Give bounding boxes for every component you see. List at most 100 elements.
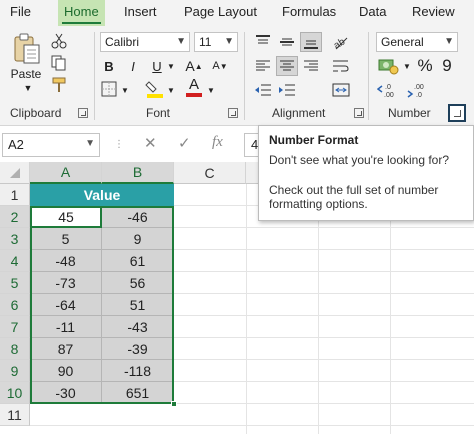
cell-a6[interactable]: -64 bbox=[30, 294, 102, 316]
font-size-dropdown[interactable]: 11 ▼ bbox=[194, 32, 238, 52]
menu-bar: File Home Insert Page Layout Formulas Da… bbox=[0, 0, 474, 26]
menu-home[interactable]: Home bbox=[58, 0, 105, 26]
cell-a3[interactable]: 5 bbox=[30, 228, 102, 250]
fill-color-dropdown-icon[interactable]: ▼ bbox=[166, 84, 176, 96]
cell-b6[interactable]: 51 bbox=[102, 294, 174, 316]
orientation-icon[interactable]: ab bbox=[330, 32, 352, 52]
row-header[interactable]: 9 bbox=[0, 360, 30, 382]
paste-dropdown-icon[interactable]: ▼ bbox=[20, 82, 36, 94]
increase-font-icon[interactable]: A ▲ bbox=[184, 56, 204, 76]
font-name-value: Calibri bbox=[105, 35, 140, 49]
cell-b8[interactable]: -39 bbox=[102, 338, 174, 360]
chevron-down-icon: ▼ bbox=[444, 36, 454, 47]
increase-decimal-icon[interactable]: .0.00 bbox=[376, 80, 400, 100]
row-header[interactable]: 3 bbox=[0, 228, 30, 250]
paste-icon[interactable] bbox=[10, 32, 44, 66]
number-format-dropdown[interactable]: General ▼ bbox=[376, 32, 458, 52]
alignment-launcher-icon[interactable] bbox=[354, 108, 364, 118]
align-center-icon[interactable] bbox=[276, 56, 298, 76]
tooltip-description: Check out the full set of number formatt… bbox=[269, 183, 439, 211]
cell-a10[interactable]: -30 bbox=[30, 382, 102, 404]
increase-indent-icon[interactable] bbox=[276, 80, 298, 100]
align-left-icon[interactable] bbox=[252, 56, 274, 76]
row-header[interactable]: 10 bbox=[0, 382, 30, 404]
menu-insert[interactable]: Insert bbox=[124, 4, 157, 19]
menu-page-layout[interactable]: Page Layout bbox=[184, 4, 257, 19]
cell-b5[interactable]: 56 bbox=[102, 272, 174, 294]
column-header-b[interactable]: B bbox=[102, 162, 174, 184]
decrease-decimal-icon[interactable]: .00.0 bbox=[406, 80, 430, 100]
bottom-align-icon[interactable] bbox=[300, 32, 322, 52]
cell-b4[interactable]: 61 bbox=[102, 250, 174, 272]
fill-color-icon[interactable] bbox=[144, 78, 166, 98]
accounting-dropdown-icon[interactable]: ▼ bbox=[402, 60, 412, 72]
underline-button[interactable]: U bbox=[148, 56, 166, 76]
top-align-icon[interactable] bbox=[252, 32, 274, 52]
decrease-font-icon[interactable]: A ▼ bbox=[210, 56, 230, 76]
middle-align-icon[interactable] bbox=[276, 32, 298, 52]
more-options-icon[interactable]: ⋮ bbox=[114, 139, 124, 150]
borders-dropdown-icon[interactable]: ▼ bbox=[120, 84, 130, 96]
font-color-letter: A bbox=[188, 76, 199, 93]
insert-function-icon[interactable]: fx bbox=[212, 134, 223, 151]
row-header[interactable]: 4 bbox=[0, 250, 30, 272]
cell-b7[interactable]: -43 bbox=[102, 316, 174, 338]
decrease-indent-icon[interactable] bbox=[252, 80, 274, 100]
cell-b3[interactable]: 9 bbox=[102, 228, 174, 250]
tooltip-title: Number Format bbox=[269, 133, 359, 147]
number-format-launcher-icon[interactable] bbox=[448, 104, 466, 122]
row-header[interactable]: 6 bbox=[0, 294, 30, 316]
clipboard-launcher-icon[interactable] bbox=[78, 108, 88, 118]
row-header[interactable]: 11 bbox=[0, 404, 30, 426]
name-box[interactable]: A2 ▼ bbox=[2, 133, 100, 157]
row-header[interactable]: 5 bbox=[0, 272, 30, 294]
percent-style-button[interactable]: % bbox=[416, 56, 434, 76]
paste-button[interactable]: Paste bbox=[8, 66, 44, 82]
underline-dropdown-icon[interactable]: ▼ bbox=[166, 59, 176, 73]
italic-button[interactable]: I bbox=[124, 56, 142, 76]
cell-a2[interactable]: 45 bbox=[30, 206, 102, 228]
font-size-value: 11 bbox=[199, 35, 212, 49]
row-header[interactable]: 1 bbox=[0, 184, 30, 206]
select-all-corner[interactable] bbox=[0, 162, 30, 184]
row-header[interactable]: 8 bbox=[0, 338, 30, 360]
menu-file[interactable]: File bbox=[10, 4, 31, 19]
cell-b9[interactable]: -118 bbox=[102, 360, 174, 382]
font-launcher-icon[interactable] bbox=[228, 108, 238, 118]
menu-formulas[interactable]: Formulas bbox=[282, 4, 336, 19]
fill-handle[interactable] bbox=[171, 401, 177, 407]
merge-center-icon[interactable] bbox=[330, 80, 352, 100]
cell-a7[interactable]: -11 bbox=[30, 316, 102, 338]
row-header[interactable]: 2 bbox=[0, 206, 30, 228]
cell-a4[interactable]: -48 bbox=[30, 250, 102, 272]
align-right-icon[interactable] bbox=[300, 56, 322, 76]
accounting-format-icon[interactable] bbox=[376, 56, 402, 76]
column-header-c[interactable]: C bbox=[174, 162, 246, 184]
cell-b10[interactable]: 651 bbox=[102, 382, 174, 404]
borders-icon[interactable] bbox=[100, 80, 118, 98]
copy-icon[interactable] bbox=[50, 54, 68, 72]
menu-data[interactable]: Data bbox=[359, 4, 386, 19]
cell-a8[interactable]: 87 bbox=[30, 338, 102, 360]
column-header-a[interactable]: A bbox=[30, 162, 102, 184]
wrap-text-icon[interactable] bbox=[330, 56, 352, 76]
gridline bbox=[246, 184, 247, 434]
value-header-cell[interactable]: Value bbox=[30, 184, 174, 206]
menu-review[interactable]: Review bbox=[412, 4, 455, 19]
row-header[interactable]: 7 bbox=[0, 316, 30, 338]
font-color-dropdown-icon[interactable]: ▼ bbox=[206, 84, 216, 96]
number-format-value: General bbox=[381, 35, 424, 49]
font-group-label: Font bbox=[146, 106, 171, 120]
cut-icon[interactable] bbox=[50, 32, 68, 50]
comma-style-button[interactable]: 9 bbox=[438, 56, 456, 76]
cancel-icon[interactable]: ✕ bbox=[144, 134, 157, 152]
font-name-dropdown[interactable]: Calibri ▼ bbox=[100, 32, 190, 52]
clipboard-group-label: Clipboard bbox=[10, 106, 62, 120]
format-painter-icon[interactable] bbox=[50, 76, 68, 94]
bold-button[interactable]: B bbox=[100, 56, 118, 76]
font-color-icon[interactable]: A bbox=[184, 76, 204, 98]
cell-a5[interactable]: -73 bbox=[30, 272, 102, 294]
cell-b2[interactable]: -46 bbox=[102, 206, 174, 228]
cell-a9[interactable]: 90 bbox=[30, 360, 102, 382]
enter-icon[interactable]: ✓ bbox=[178, 134, 191, 152]
